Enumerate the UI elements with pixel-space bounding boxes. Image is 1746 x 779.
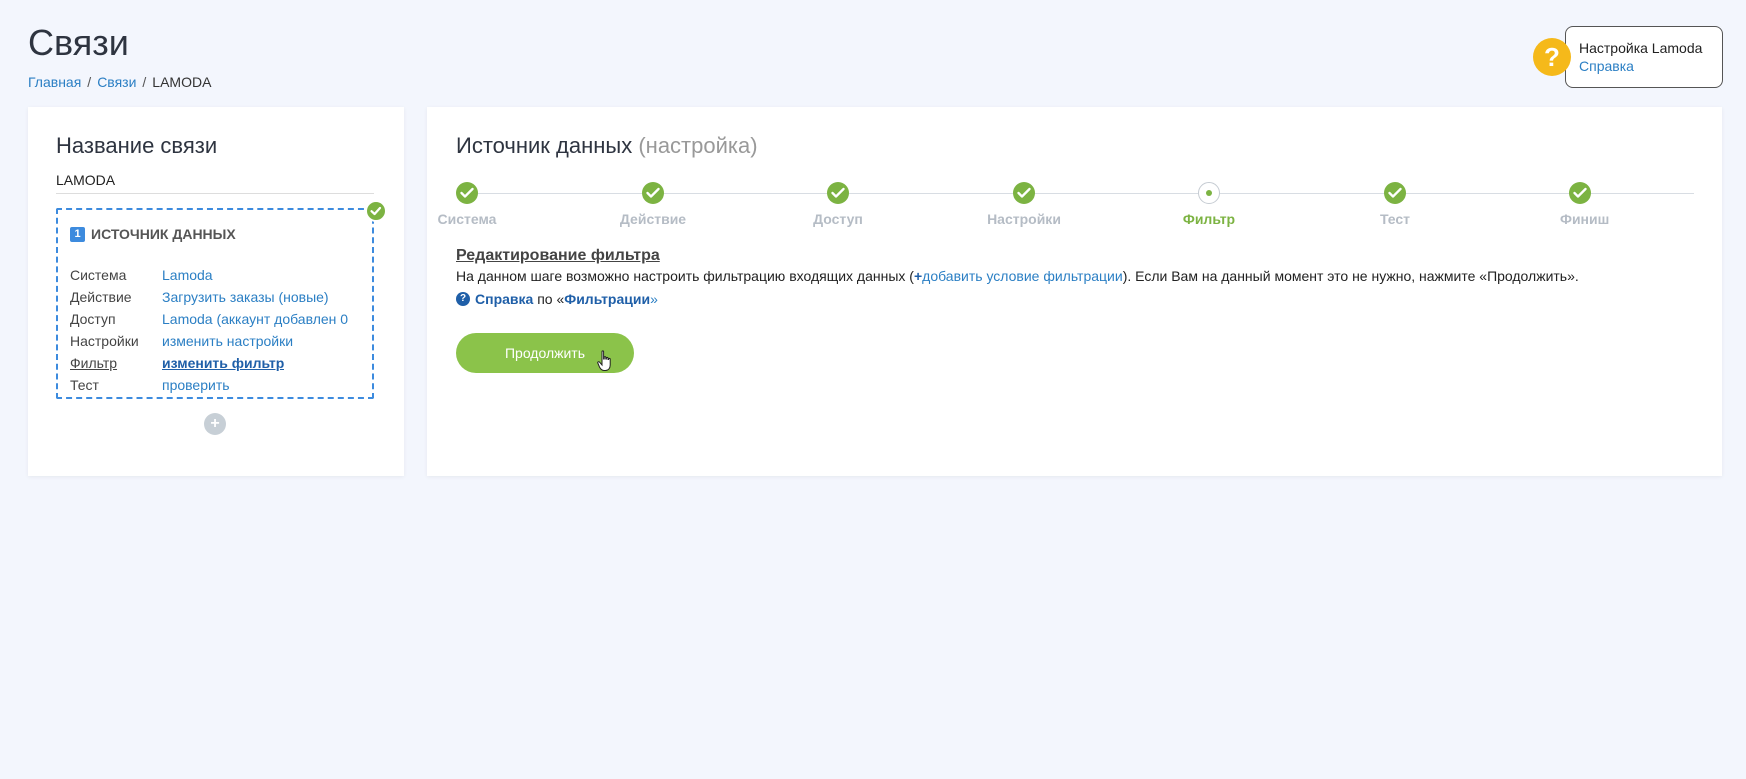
filter-edit-title: Редактирование фильтра [456,247,660,264]
check-icon [827,182,849,204]
row-value-link[interactable]: Lamoda (аккаунт добавлен 0 [162,311,348,327]
desc-text: На данном шаге возможно настроить фильтр… [456,268,914,284]
breadcrumb-home[interactable]: Главная [28,74,81,90]
step-header: 1 ИСТОЧНИК ДАННЫХ [70,226,236,242]
plus-icon[interactable]: + [204,413,226,435]
add-filter-condition-link[interactable]: добавить условие фильтрации [922,268,1123,284]
help-text-end: » [650,291,658,307]
breadcrumb-links[interactable]: Связи [97,74,136,90]
breadcrumb-separator: / [142,74,147,90]
step-label: Финиш [1560,211,1610,227]
check-icon [456,182,478,204]
step-label: Доступ [813,211,863,227]
step-system[interactable]: Система [407,182,527,227]
step-filter[interactable]: Фильтр [1149,182,1269,227]
check-icon [1569,182,1591,204]
filtration-help-link[interactable]: Фильтрации [564,291,650,307]
step-row-action: Действие Загрузить заказы (новые) [70,286,348,308]
row-value-link[interactable]: Загрузить заказы (новые) [162,289,329,305]
connection-name-title: Название связи [56,133,218,158]
step-row-test: Тест проверить [70,374,348,396]
filter-description: На данном шаге возможно настроить фильтр… [456,268,1579,284]
step-rows: Система Lamoda Действие Загрузить заказы… [70,264,348,396]
step-row-settings: Настройки изменить настройки [70,330,348,352]
help-text: по « [533,291,565,307]
step-label: Тест [1379,211,1411,227]
row-key: Фильтр [70,355,118,371]
step-row-access: Доступ Lamoda (аккаунт добавлен 0 [70,308,348,330]
connection-card: Название связи LAMODA 1 ИСТОЧНИК ДАННЫХ … [28,107,404,476]
step-label: Настройки [987,211,1061,227]
step-title: ИСТОЧНИК ДАННЫХ [91,226,236,242]
row-key: Система [70,267,127,283]
row-value-link[interactable]: изменить настройки [162,333,293,349]
step-label: Фильтр [1182,211,1236,227]
step-row-system: Система Lamoda [70,264,348,286]
current-step-icon [1198,182,1220,204]
step-settings[interactable]: Настройки [964,182,1084,227]
question-icon[interactable]: ? [1533,38,1571,76]
row-value-link[interactable]: проверить [162,377,230,393]
step-test[interactable]: Тест [1335,182,1455,227]
row-key: Доступ [70,311,116,327]
question-circle-icon: ? [456,292,470,306]
check-icon [1013,182,1035,204]
help-box-link[interactable]: Справка [1579,58,1722,74]
hand-cursor-icon [597,350,611,371]
check-icon [642,182,664,204]
desc-text: ). Если Вам на данный момент это не нужн… [1122,268,1579,284]
filter-help-line: ? Справка по «Фильтрации» [456,291,658,307]
step-label: Система [437,211,497,227]
help-box[interactable]: Настройка Lamoda Справка [1565,26,1723,88]
breadcrumb: Главная / Связи / LAMODA [28,74,211,90]
help-box-title: Настройка Lamoda [1579,40,1703,56]
breadcrumb-separator: / [87,74,92,90]
source-step-box[interactable]: 1 ИСТОЧНИК ДАННЫХ Система Lamoda Действи… [56,208,374,399]
help-link[interactable]: Справка [475,291,533,307]
data-source-card: Источник данных (настройка) Система Дейс… [427,107,1722,476]
step-action[interactable]: Действие [593,182,713,227]
breadcrumb-current: LAMODA [152,74,212,90]
stepper: Система Действие Доступ Настройки Фильтр… [438,182,1705,232]
step-access[interactable]: Доступ [778,182,898,227]
data-source-title-sub: (настройка) [638,133,758,158]
data-source-title-main: Источник данных [456,133,633,158]
plus-icon[interactable]: + [914,268,922,284]
check-icon [365,200,387,222]
row-key: Действие [70,289,132,305]
step-finish[interactable]: Финиш [1560,182,1610,227]
connection-name-field[interactable]: LAMODA [56,172,374,194]
row-value-link[interactable]: изменить фильтр [162,355,284,371]
row-key: Тест [70,377,99,393]
row-key: Настройки [70,333,139,349]
step-row-filter: Фильтр изменить фильтр [70,352,348,374]
check-icon [1384,182,1406,204]
step-label: Действие [619,211,687,227]
data-source-title: Источник данных (настройка) [456,133,758,159]
row-value-link[interactable]: Lamoda [162,267,213,283]
page-title: Связи [28,22,129,63]
step-number-badge: 1 [70,226,85,242]
